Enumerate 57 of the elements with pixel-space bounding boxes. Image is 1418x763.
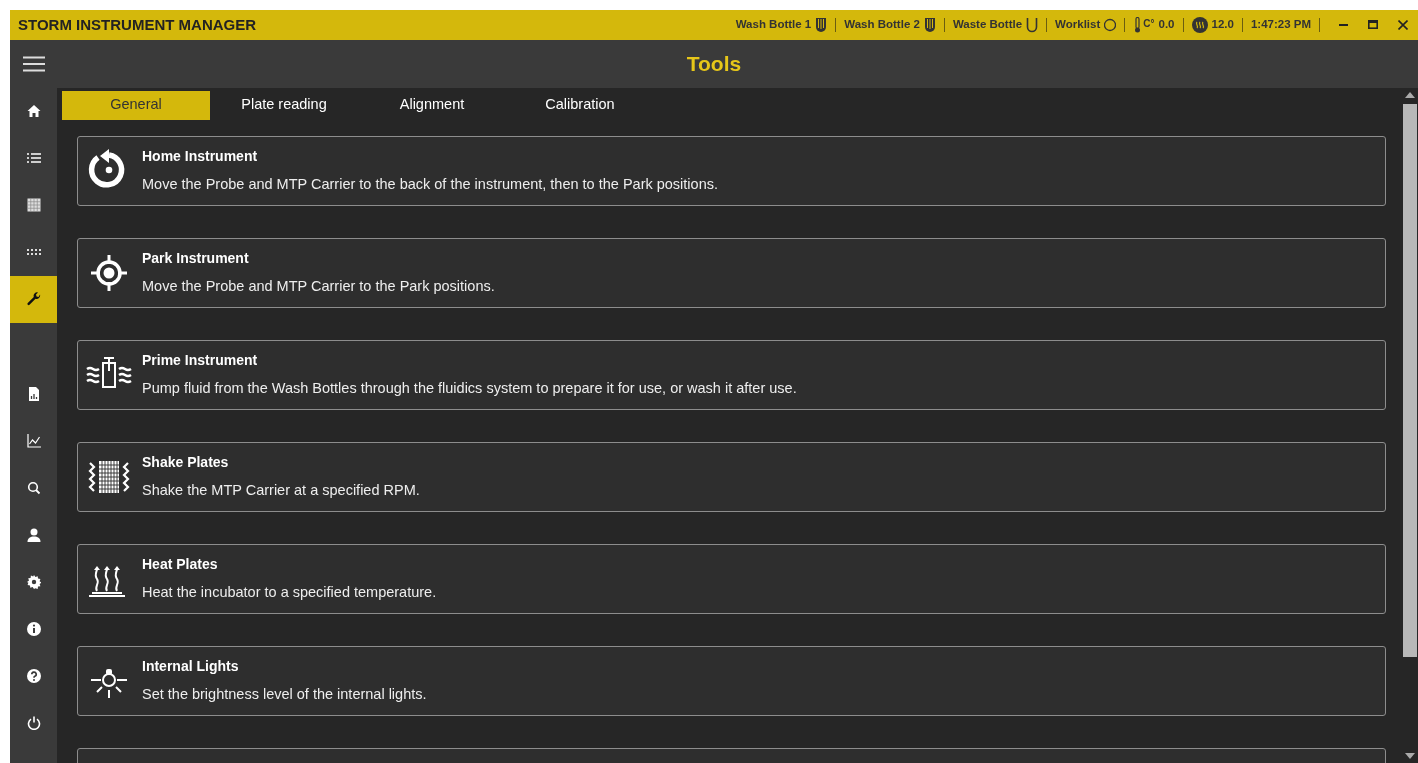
status-label: Waste Bottle bbox=[952, 17, 1023, 33]
tool-description: Move the Probe and MTP Carrier to the Park positions. bbox=[142, 276, 495, 296]
home-icon bbox=[26, 104, 41, 119]
wrench-icon bbox=[26, 292, 41, 307]
heater-icon bbox=[1191, 16, 1208, 33]
status-label: 0.0 bbox=[1158, 17, 1175, 33]
bottle-icon bbox=[1026, 16, 1039, 33]
close-icon bbox=[1398, 19, 1408, 30]
line-chart-icon bbox=[26, 434, 41, 449]
tool-title: Home Instrument bbox=[142, 146, 259, 166]
help-icon bbox=[26, 669, 41, 684]
settings-icon bbox=[26, 575, 41, 590]
tool-card[interactable]: Internal Lights Set the brightness level of the internal lights. bbox=[77, 645, 1386, 716]
status-label: Wash Bottle 2 bbox=[844, 17, 920, 33]
menu-icon bbox=[23, 55, 45, 72]
tab[interactable]: General bbox=[62, 90, 210, 120]
power-icon bbox=[26, 716, 41, 731]
tool-description: Heat the incubator to a specified temperature. bbox=[142, 582, 437, 602]
maximize-icon bbox=[1368, 20, 1378, 30]
tool-card[interactable]: Prime Instrument Pump fluid from the Wash Bottles through the fluidics system to prepare it for use, or wash it after use. bbox=[77, 339, 1386, 410]
tool-description: Shake the MTP Carrier at a specified RPM. bbox=[142, 480, 420, 500]
tool-card[interactable]: Home Instrument Move the Probe and MTP Carrier to the back of the instrument, then to the Park positions. bbox=[77, 135, 1386, 206]
scroll-down-icon[interactable] bbox=[1405, 753, 1415, 759]
tool-title: Internal Lights bbox=[142, 656, 240, 676]
tool-card[interactable]: Shake Plates Shake the MTP Carrier at a specified RPM. bbox=[77, 441, 1386, 512]
tab[interactable]: Alignment bbox=[358, 90, 506, 120]
list-icon bbox=[26, 151, 41, 166]
tool-title: Park Instrument bbox=[142, 248, 250, 268]
status-label: Wash Bottle 1 bbox=[735, 17, 812, 33]
sidebar-item[interactable] bbox=[10, 275, 57, 323]
tool-card[interactable]: Heat Plates Heat the incubator to a specified temperature. bbox=[77, 543, 1386, 614]
thermometer-icon bbox=[1133, 16, 1143, 33]
tool-title: Heat Plates bbox=[142, 554, 219, 574]
status-label: 1:47:23 PM bbox=[1250, 17, 1311, 33]
search-icon bbox=[26, 481, 41, 496]
bottle-icon bbox=[923, 16, 936, 33]
tool-title: Shake Plates bbox=[142, 452, 230, 472]
window-title: STORM INSTRUMENT MANAGER bbox=[18, 14, 257, 35]
tool-description: Move the Probe and MTP Carrier to the back of the instrument, then to the Park positions. bbox=[142, 174, 718, 194]
bottle-icon bbox=[815, 16, 828, 33]
page-title: Tools bbox=[685, 50, 743, 77]
info-icon bbox=[26, 622, 41, 637]
report-icon bbox=[26, 387, 41, 402]
user-icon bbox=[26, 528, 41, 543]
status-label: Worklist bbox=[1055, 17, 1101, 33]
status-label: 12.0 bbox=[1211, 17, 1234, 33]
minimize-icon bbox=[1338, 23, 1348, 26]
grid-icon bbox=[26, 198, 41, 213]
tool-description: Set the brightness level of the internal lights. bbox=[142, 684, 427, 704]
scroll-up-icon[interactable] bbox=[1405, 91, 1415, 98]
scroll-thumb[interactable] bbox=[1403, 103, 1417, 657]
tab[interactable]: Plate reading bbox=[210, 90, 358, 120]
unit-label: C° bbox=[1143, 17, 1155, 32]
tool-title: Prime Instrument bbox=[142, 350, 259, 370]
tab[interactable]: Calibration bbox=[506, 90, 654, 120]
tool-card[interactable]: Park Instrument Move the Probe and MTP Carrier to the Park positions. bbox=[77, 237, 1386, 308]
tool-description: Pump fluid from the Wash Bottles through the fluidics system to prepare it for use, or wash it after use. bbox=[142, 378, 797, 398]
